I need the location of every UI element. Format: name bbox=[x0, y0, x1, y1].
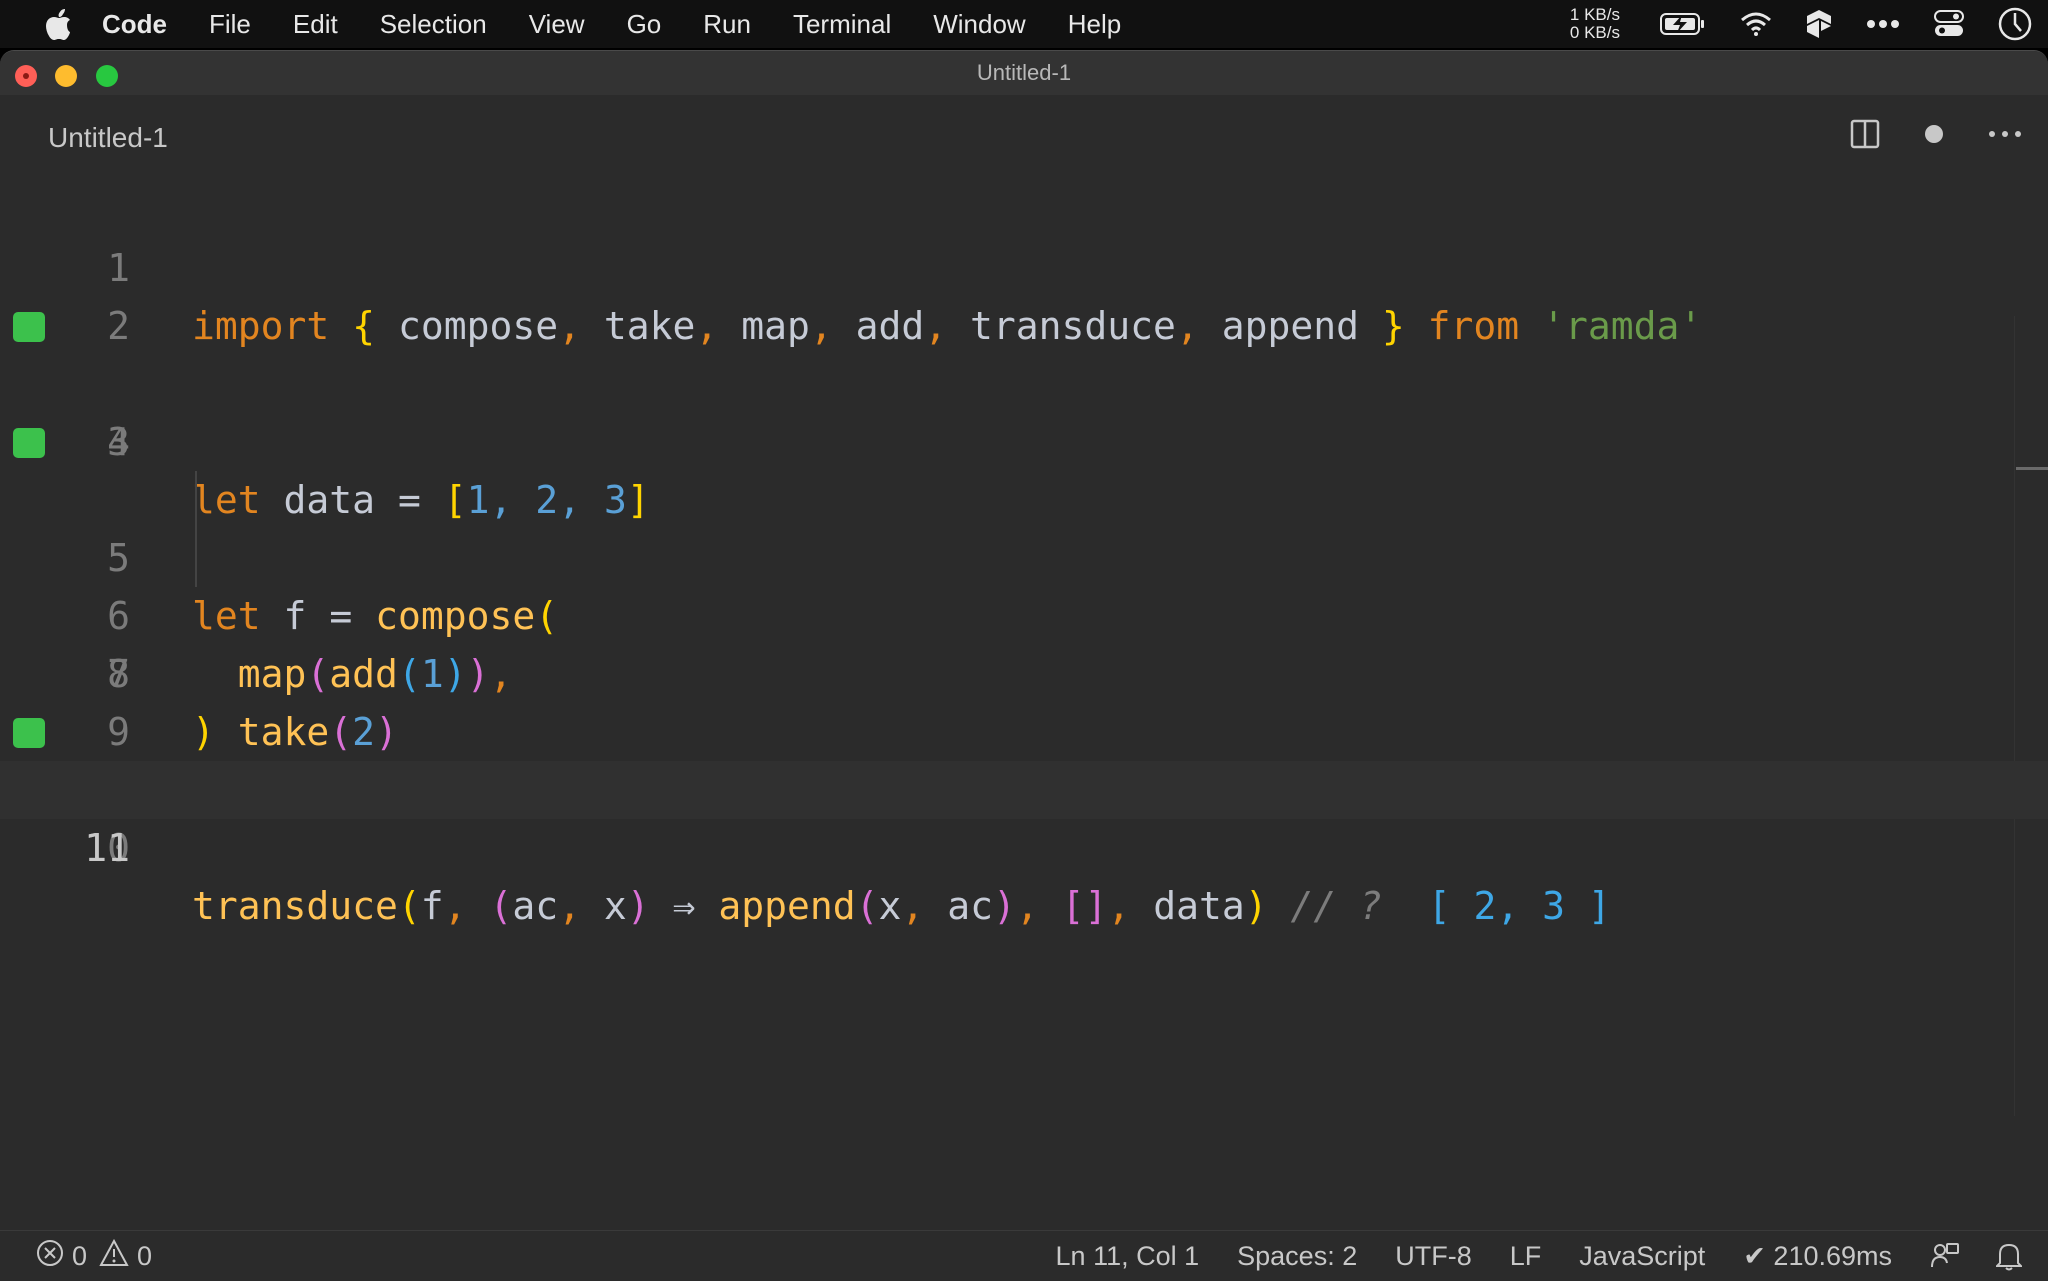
close-window-button[interactable] bbox=[15, 65, 37, 87]
unsaved-dot-icon[interactable] bbox=[1924, 124, 1944, 144]
code-text: transduce(f, (ac, x) ⇒ append(x, ac), []… bbox=[192, 884, 1611, 928]
tab-untitled-1[interactable]: Untitled-1 bbox=[48, 122, 168, 154]
status-bar: 0 0 Ln 11, Col 1 Spaces: 2 UTF-8 LF Java… bbox=[0, 1230, 2048, 1281]
coverage-marker bbox=[13, 428, 45, 458]
maximize-window-button[interactable] bbox=[96, 65, 118, 87]
file-encoding[interactable]: UTF-8 bbox=[1395, 1241, 1472, 1272]
code-line-10: 10 transduce(f, (ac, x) ⇒ append(x, ac),… bbox=[0, 703, 2048, 928]
notifications-bell-icon[interactable] bbox=[1996, 1241, 2022, 1271]
menu-help[interactable]: Help bbox=[1068, 9, 1121, 40]
line-ending[interactable]: LF bbox=[1510, 1241, 1542, 1272]
window-titlebar[interactable]: Untitled-1 bbox=[0, 51, 2048, 95]
menu-selection[interactable]: Selection bbox=[380, 9, 487, 40]
code-editor[interactable]: 1 import { compose, take, map, add, tran… bbox=[0, 181, 2048, 1231]
macos-menu-bar: Code File Edit Selection View Go Run Ter… bbox=[0, 0, 2048, 48]
overview-ruler-cursor bbox=[2016, 467, 2048, 470]
code-line-6: 6 map(add(1)), bbox=[0, 471, 2048, 696]
clock-icon[interactable] bbox=[1998, 7, 2032, 41]
indentation-setting[interactable]: Spaces: 2 bbox=[1237, 1241, 1357, 1272]
editor-tab-bar: Untitled-1 bbox=[0, 95, 2048, 181]
menu-go[interactable]: Go bbox=[627, 9, 662, 40]
cursor-position[interactable]: Ln 11, Col 1 bbox=[1056, 1241, 1200, 1272]
net-up-speed: 1 KB/s bbox=[1569, 5, 1620, 24]
cube-app-icon[interactable] bbox=[1806, 9, 1832, 39]
editor-window: Untitled-1 Untitled-1 1 import { compose… bbox=[0, 50, 2048, 1281]
apple-logo-icon[interactable] bbox=[44, 8, 72, 40]
menu-view[interactable]: View bbox=[529, 9, 585, 40]
problems-indicator[interactable]: 0 0 bbox=[36, 1231, 164, 1281]
control-center-icon[interactable] bbox=[1934, 10, 1964, 38]
menu-run[interactable]: Run bbox=[703, 9, 751, 40]
window-title: Untitled-1 bbox=[976, 60, 1072, 85]
battery-charging-icon[interactable] bbox=[1660, 12, 1706, 36]
code-line-7: 7 take(2) bbox=[0, 529, 2048, 754]
code-line-4: 4 bbox=[0, 355, 2048, 464]
more-actions-icon[interactable] bbox=[1988, 130, 2022, 138]
warning-icon bbox=[99, 1238, 129, 1274]
more-dots-icon[interactable] bbox=[1866, 19, 1900, 29]
line-number: 11 bbox=[84, 826, 130, 870]
error-icon bbox=[36, 1239, 64, 1274]
menu-terminal[interactable]: Terminal bbox=[793, 9, 891, 40]
menu-window[interactable]: Window bbox=[933, 9, 1025, 40]
network-speed-widget[interactable]: 1 KB/s 0 KB/s bbox=[1570, 6, 1620, 42]
code-line-3: 3 let data = [1, 2, 3] bbox=[0, 297, 2048, 522]
minimize-window-button[interactable] bbox=[55, 65, 77, 87]
quokka-timing[interactable]: ✔ 210.69ms bbox=[1743, 1241, 1892, 1272]
language-mode[interactable]: JavaScript bbox=[1579, 1241, 1705, 1272]
code-line-5: 5 let f = compose( bbox=[0, 413, 2048, 638]
code-line-1: 1 import { compose, take, map, add, tran… bbox=[0, 181, 2048, 348]
indent-guide bbox=[195, 529, 197, 587]
split-editor-icon[interactable] bbox=[1850, 119, 1880, 149]
code-line-2: 2 bbox=[0, 239, 2048, 348]
wifi-icon[interactable] bbox=[1740, 12, 1772, 36]
net-down-speed: 0 KB/s bbox=[1569, 23, 1620, 42]
code-line-9: 9 bbox=[0, 645, 2048, 754]
error-count: 0 bbox=[72, 1240, 88, 1271]
coverage-marker bbox=[13, 718, 45, 748]
code-line-8: 8 ) bbox=[0, 587, 2048, 754]
menu-edit[interactable]: Edit bbox=[293, 9, 338, 40]
menu-code[interactable]: Code bbox=[102, 9, 167, 40]
indent-guide bbox=[195, 471, 197, 529]
inline-result: [ 2, 3 ] bbox=[1427, 884, 1611, 928]
menu-file[interactable]: File bbox=[209, 9, 251, 40]
code-line-11: 11 bbox=[0, 761, 2048, 870]
feedback-icon[interactable] bbox=[1930, 1241, 1960, 1271]
coverage-marker bbox=[13, 312, 45, 342]
warning-count: 0 bbox=[137, 1240, 153, 1271]
